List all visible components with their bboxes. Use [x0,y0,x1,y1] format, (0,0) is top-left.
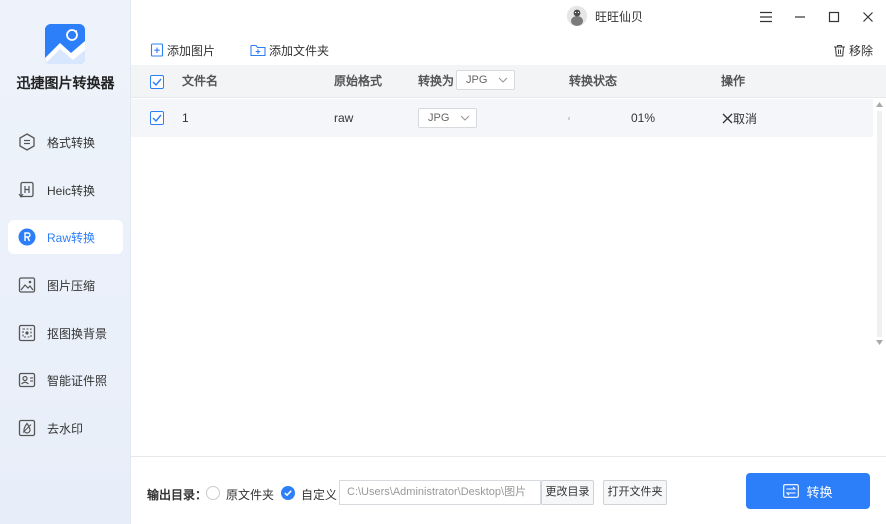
row-progress: 01% [631,111,656,125]
header-action: 操作 [721,74,746,88]
row-filename: 1 [182,111,189,125]
footer: 输出目录： 原文件夹 自定义 C:\Users\Administrator\De… [131,456,886,524]
convert-label: 转换 [806,484,833,500]
radio-original-label: 原文件夹 [226,488,275,502]
id-photo-icon [18,371,36,389]
close-icon [722,113,733,123]
user-profile[interactable]: 旺旺仙贝 [567,6,643,26]
raw-icon [18,228,36,246]
header-status: 转换状态 [569,74,618,88]
nav-label: 格式转换 [47,135,96,150]
app-logo-icon [45,24,85,64]
cutout-icon [18,324,36,342]
heic-icon [18,181,36,199]
row-original-format: raw [334,111,354,125]
avatar [567,6,587,26]
open-folder-button[interactable]: 打开文件夹 [603,480,667,505]
nav-item-image-compress[interactable]: 图片压缩 [8,268,123,302]
image-compress-icon [18,276,36,294]
chevron-down-icon [498,77,508,83]
nav-label: Raw转换 [47,230,96,245]
add-folder-label: 添加文件夹 [269,43,330,58]
header-original-format: 原始格式 [334,74,383,88]
close-icon[interactable] [857,6,879,28]
remove-label: 移除 [849,43,874,58]
scrollbar-track[interactable] [877,111,882,337]
convert-button[interactable]: 转换 [746,473,870,509]
radio-custom-label: 自定义 [301,488,338,502]
radio-custom[interactable] [281,486,295,500]
username: 旺旺仙贝 [595,9,644,24]
row-checkbox[interactable] [150,111,164,125]
change-dir-button[interactable]: 更改目录 [541,480,594,505]
scrollbar[interactable] [873,99,886,349]
format-convert-icon [18,133,36,151]
nav-item-cutout[interactable]: 抠图换背景 [8,316,123,350]
add-folder-icon [250,44,266,57]
sidebar: 迅捷图片转换器 格式转换 Heic转换 Raw转换 图片压缩 抠图换背景 智能证… [0,0,131,524]
app-title: 迅捷图片转换器 [16,75,115,91]
header-filename: 文件名 [182,74,219,88]
nav-item-id-photo[interactable]: 智能证件照 [8,363,123,397]
nav-label: 图片压缩 [47,278,96,293]
table-header: 文件名 原始格式 转换为 JPG 转换状态 操作 [131,65,886,98]
trash-icon [834,44,845,57]
header-convert-to: 转换为 [418,74,455,88]
nav-item-heic[interactable]: Heic转换 [8,173,123,207]
nav-item-raw[interactable]: Raw转换 [8,220,123,254]
nav-label: 智能证件照 [47,373,108,388]
output-path-input[interactable]: C:\Users\Administrator\Desktop\图片 [339,480,541,505]
add-image-label: 添加图片 [167,43,216,58]
remove-watermark-icon [18,419,36,437]
chevron-down-icon [460,115,470,121]
progress-bar [568,117,570,120]
cancel-label: 取消 [733,111,758,126]
row-format-select[interactable]: JPG [418,108,477,128]
convert-all-format-select[interactable]: JPG [456,70,515,90]
menu-button[interactable] [755,6,777,28]
app-window: 迅捷图片转换器 格式转换 Heic转换 Raw转换 图片压缩 抠图换背景 智能证… [0,0,886,524]
output-dir-label: 输出目录： [147,488,208,502]
add-folder-button[interactable]: 添加文件夹 [250,40,329,60]
nav-label: Heic转换 [47,183,96,198]
convert-all-format-value: JPG [466,74,488,86]
scroll-down-icon[interactable] [876,340,883,345]
nav-label: 去水印 [47,421,84,436]
nav-item-remove-watermark[interactable]: 去水印 [8,411,123,445]
minimize-icon[interactable] [789,6,811,28]
scroll-up-icon[interactable] [876,102,883,107]
nav-item-format-convert[interactable]: 格式转换 [8,125,123,159]
cancel-button[interactable]: 取消 [722,99,757,137]
nav-label: 抠图换背景 [47,326,108,341]
add-file-icon [150,43,164,57]
convert-icon [783,484,800,498]
add-image-button[interactable]: 添加图片 [150,40,215,60]
radio-original-folder[interactable] [206,486,220,500]
select-all-checkbox[interactable] [150,75,164,89]
maximize-icon[interactable] [823,6,845,28]
table-row[interactable]: 1 raw JPG 01% 取消 [131,99,873,137]
row-format-value: JPG [428,112,450,124]
remove-button[interactable]: 移除 [833,40,873,60]
